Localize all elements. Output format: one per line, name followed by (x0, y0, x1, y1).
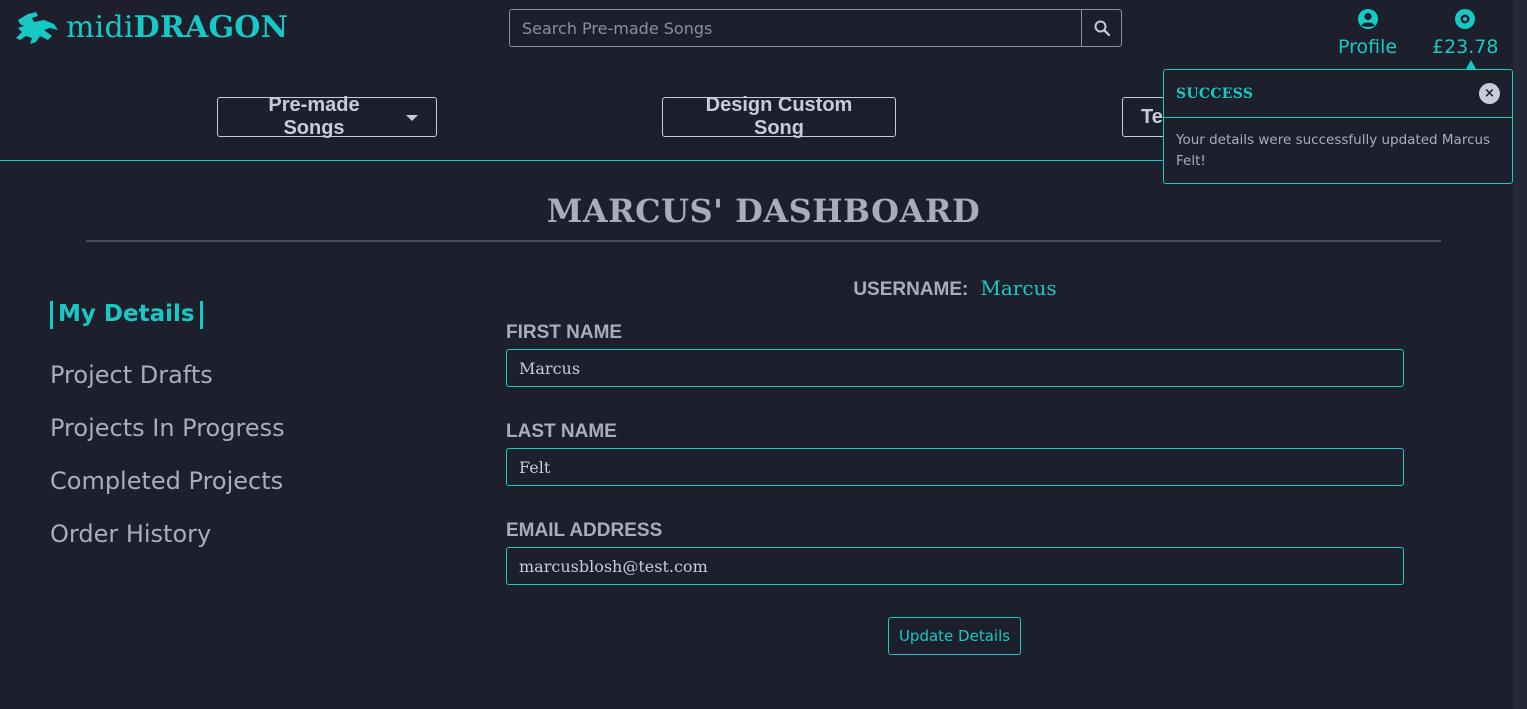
profile-link[interactable]: Profile (1338, 8, 1397, 58)
search-icon (1094, 20, 1110, 36)
brand-logo[interactable]: midiDRAGON (14, 10, 288, 46)
dragon-logo-icon (16, 12, 58, 44)
record-disc-icon (1455, 9, 1476, 29)
last-name-field[interactable] (506, 448, 1404, 486)
sidebar-item-my-details[interactable]: My Details (50, 301, 203, 329)
toast-message: Your details were successfully updated M… (1176, 132, 1491, 169)
sidebar-item-projects-in-progress[interactable]: Projects In Progress (50, 402, 285, 455)
premade-songs-dropdown[interactable]: Pre-made Songs (217, 94, 437, 139)
search-input[interactable] (509, 9, 1081, 47)
email-label: EMAIL ADDRESS (506, 520, 663, 541)
credit-balance-link[interactable]: £23.78 (1432, 8, 1498, 58)
credit-balance: £23.78 (1432, 36, 1499, 58)
scrollbar-track[interactable] (1513, 0, 1527, 709)
brand-name: midiDRAGON (66, 10, 288, 46)
title-divider (86, 240, 1441, 242)
toast-pointer (1466, 60, 1476, 69)
design-custom-song-label: Design Custom Song (705, 94, 853, 139)
page-title: MARCUS' DASHBOARD (546, 192, 981, 230)
toast-header: SUCCESS × (1164, 70, 1512, 118)
update-details-button[interactable]: Update Details (888, 617, 1021, 655)
user-circle-icon (1357, 9, 1378, 29)
username-label: USERNAME: (853, 279, 969, 300)
last-name-label: LAST NAME (506, 421, 617, 442)
caret-down-icon (406, 115, 418, 121)
success-toast: SUCCESS × Your details were successfully… (1163, 69, 1513, 184)
first-name-label: FIRST NAME (506, 322, 623, 343)
username-row: USERNAME: Marcus (506, 276, 1404, 301)
search-button[interactable] (1081, 9, 1122, 47)
username-value: Marcus (980, 276, 1057, 300)
first-name-field[interactable] (506, 349, 1404, 387)
dashboard-sidebar: My Details Project Drafts Projects In Pr… (50, 296, 285, 561)
brand-name-bold: DRAGON (133, 10, 289, 45)
nav-third-label: Te (1141, 105, 1163, 128)
close-icon[interactable]: × (1479, 83, 1500, 104)
toast-title: SUCCESS (1176, 85, 1254, 102)
email-field[interactable] (506, 547, 1404, 585)
design-custom-song-button[interactable]: Design Custom Song (662, 94, 896, 139)
sidebar-item-project-drafts[interactable]: Project Drafts (50, 349, 285, 402)
sidebar-item-completed-projects[interactable]: Completed Projects (50, 455, 285, 508)
premade-songs-label: Pre-made Songs (268, 94, 360, 139)
search-bar (509, 9, 1122, 47)
profile-label: Profile (1338, 36, 1398, 58)
brand-name-light: midi (66, 10, 134, 45)
sidebar-item-order-history[interactable]: Order History (50, 508, 285, 561)
